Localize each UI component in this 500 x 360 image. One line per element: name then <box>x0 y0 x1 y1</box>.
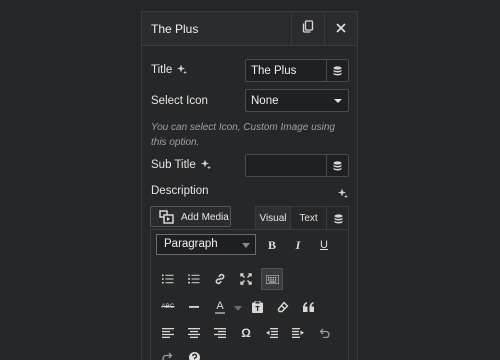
tab-text[interactable]: Text <box>291 207 327 230</box>
toolbar-toggle-button[interactable] <box>261 268 283 290</box>
underline-button[interactable]: U <box>313 234 335 256</box>
paste-text-button[interactable] <box>246 296 268 318</box>
database-icon[interactable] <box>327 207 349 230</box>
ai-sparkle-icon[interactable] <box>200 159 211 172</box>
strikethrough-button[interactable]: ABC <box>157 296 179 318</box>
add-media-button[interactable]: Add Media <box>150 206 231 227</box>
help-text: You can select Icon, Custom Image using … <box>151 122 335 148</box>
blockquote-button[interactable] <box>298 296 320 318</box>
undo-button[interactable] <box>313 322 335 344</box>
outdent-button[interactable] <box>261 322 283 344</box>
close-icon <box>336 20 346 38</box>
align-right-button[interactable] <box>209 322 231 344</box>
bold-button[interactable]: B <box>261 234 283 256</box>
italic-button[interactable]: I <box>287 234 309 256</box>
chevron-down-icon[interactable] <box>234 306 242 311</box>
select-icon-dropdown[interactable]: None <box>245 89 349 112</box>
align-center-button[interactable] <box>183 322 205 344</box>
horizontal-line-button[interactable] <box>183 296 205 318</box>
copy-button[interactable] <box>291 12 324 45</box>
sub-title-input[interactable] <box>245 154 349 177</box>
description-label: Description <box>151 185 209 197</box>
database-icon[interactable] <box>326 60 348 81</box>
database-icon[interactable] <box>326 155 348 176</box>
clear-formatting-button[interactable] <box>272 296 294 318</box>
panel-title: The Plus <box>151 22 199 36</box>
editor-toolbar: Paragraph B I U ABC A Ω <box>150 229 349 360</box>
indent-button[interactable] <box>287 322 309 344</box>
close-button[interactable] <box>324 12 357 45</box>
text-color-button[interactable]: A <box>209 296 231 318</box>
media-icon <box>159 210 175 227</box>
fullscreen-button[interactable] <box>235 268 257 290</box>
numbered-list-button[interactable] <box>183 268 205 290</box>
chevron-down-icon <box>334 99 342 103</box>
copy-icon <box>302 19 314 38</box>
redo-button[interactable] <box>157 346 179 360</box>
panel-header: The Plus <box>142 12 357 46</box>
link-button[interactable] <box>209 268 231 290</box>
bullet-list-button[interactable] <box>157 268 179 290</box>
editor-tabs: Visual Text <box>255 206 349 230</box>
format-select[interactable]: Paragraph <box>156 234 256 255</box>
help-icon[interactable] <box>183 346 205 360</box>
sub-title-label: Sub Title <box>151 159 211 172</box>
tab-visual[interactable]: Visual <box>256 207 291 230</box>
title-label: Title <box>151 64 188 77</box>
ai-sparkle-icon[interactable] <box>177 64 188 77</box>
select-icon-label: Select Icon <box>151 95 208 107</box>
title-input[interactable]: The Plus <box>245 59 349 82</box>
align-left-button[interactable] <box>157 322 179 344</box>
settings-panel: The Plus Title The Plus Select Icon None… <box>141 11 358 360</box>
special-character-button[interactable]: Ω <box>235 322 257 344</box>
ai-sparkle-icon[interactable] <box>338 185 348 203</box>
chevron-down-icon <box>242 243 250 248</box>
